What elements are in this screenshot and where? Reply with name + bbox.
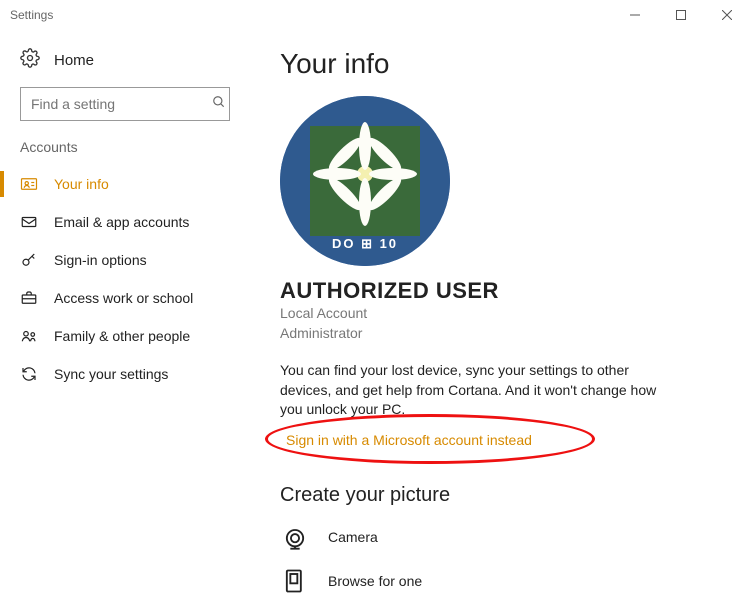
key-icon — [20, 251, 38, 269]
option-browse[interactable]: Browse for one — [280, 567, 710, 595]
ms-account-link[interactable]: Sign in with a Microsoft account instead — [286, 432, 532, 448]
sidebar-item-signin-options[interactable]: Sign-in options — [0, 241, 250, 279]
browse-icon — [280, 567, 310, 595]
sidebar-item-email-accounts[interactable]: Email & app accounts — [0, 203, 250, 241]
person-card-icon — [20, 175, 38, 193]
briefcase-icon — [20, 289, 38, 307]
sync-icon — [20, 365, 38, 383]
close-button[interactable] — [704, 0, 750, 30]
people-icon — [20, 327, 38, 345]
create-picture-heading: Create your picture — [280, 484, 710, 507]
sidebar-item-sync-settings[interactable]: Sync your settings — [0, 355, 250, 393]
option-camera[interactable]: Camera — [280, 523, 710, 551]
home-button[interactable]: Home — [0, 42, 250, 87]
main-panel: Your info — [250, 30, 750, 600]
avatar: DO ⊞ 10 — [280, 96, 450, 266]
page-title: Your info — [280, 48, 710, 80]
section-label: Accounts — [0, 139, 250, 165]
avatar-caption: DO ⊞ 10 — [280, 236, 450, 252]
camera-icon — [280, 523, 310, 551]
maximize-button[interactable] — [658, 0, 704, 30]
gear-icon — [20, 48, 40, 73]
account-role: Administrator — [280, 324, 710, 344]
sidebar-item-family-people[interactable]: Family & other people — [0, 317, 250, 355]
window-title: Settings — [10, 8, 53, 22]
nav-label: Family & other people — [54, 328, 190, 344]
search-input[interactable] — [20, 87, 230, 121]
user-name: AUTHORIZED USER — [280, 278, 710, 304]
nav-label: Email & app accounts — [54, 214, 189, 230]
search-icon — [212, 95, 226, 114]
option-label: Browse for one — [328, 573, 422, 589]
nav-label: Access work or school — [54, 290, 193, 306]
mail-icon — [20, 213, 38, 231]
sidebar-item-work-school[interactable]: Access work or school — [0, 279, 250, 317]
info-description: You can find your lost device, sync your… — [280, 361, 670, 420]
sidebar-item-your-info[interactable]: Your info — [0, 165, 250, 203]
nav-label: Sync your settings — [54, 366, 168, 382]
account-type: Local Account — [280, 304, 710, 324]
nav-label: Sign-in options — [54, 252, 147, 268]
home-label: Home — [54, 52, 94, 69]
sidebar: Home Accounts Your info Email & app acco… — [0, 30, 250, 600]
minimize-button[interactable] — [612, 0, 658, 30]
titlebar: Settings — [0, 0, 750, 30]
nav-label: Your info — [54, 176, 109, 192]
option-label: Camera — [328, 529, 378, 545]
search-field[interactable] — [31, 96, 212, 112]
